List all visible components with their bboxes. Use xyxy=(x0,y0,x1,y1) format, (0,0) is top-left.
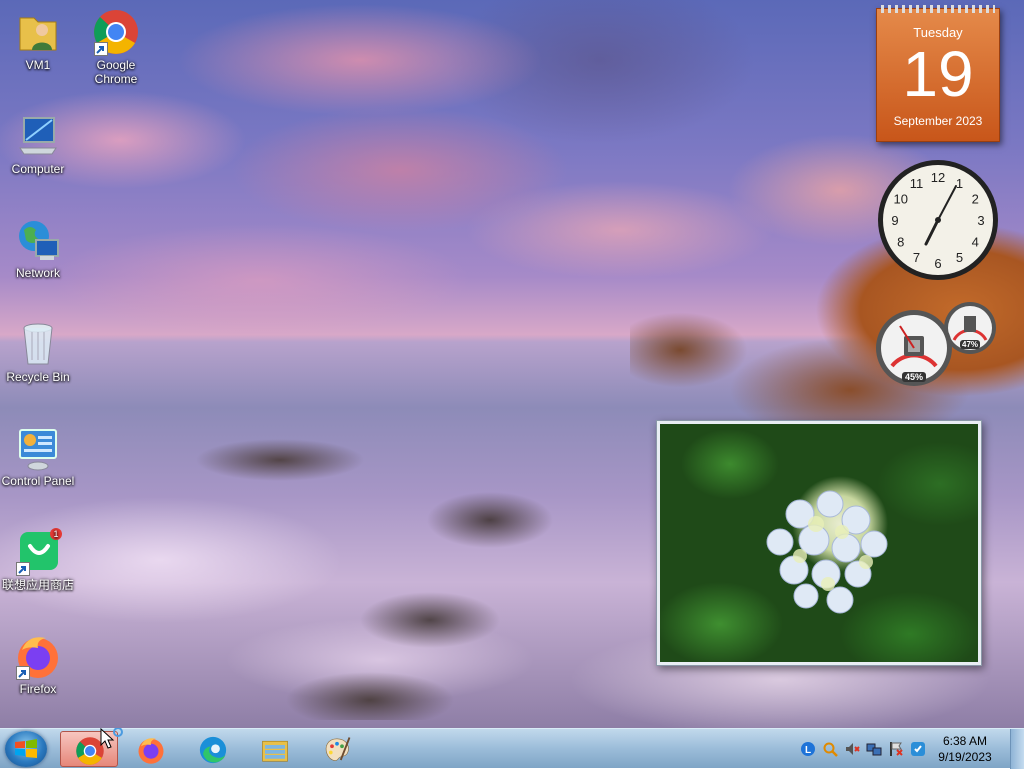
firefox-icon xyxy=(14,632,62,680)
action-center-flag-icon[interactable] xyxy=(888,741,904,757)
network-status-icon[interactable] xyxy=(866,741,882,757)
desktop-icon-label: Network xyxy=(15,266,60,280)
clock-numeral: 2 xyxy=(972,192,979,207)
notification-badge: 1 xyxy=(53,529,58,539)
desktop-icon-vm1[interactable]: VM1 xyxy=(0,8,76,72)
update-shield-icon[interactable] xyxy=(910,741,926,757)
clock-numeral: 6 xyxy=(934,256,941,271)
memory-percent: 47% xyxy=(960,340,981,349)
chrome-icon xyxy=(92,8,140,56)
desktop-icon-control-panel[interactable]: Control Panel xyxy=(0,424,76,488)
control-panel-icon xyxy=(14,424,62,472)
clock-numeral: 11 xyxy=(910,176,924,191)
shortcut-arrow-icon xyxy=(16,562,30,576)
cpu-meter-gadget[interactable]: 45% 47% xyxy=(874,300,1000,392)
lenovo-store-icon: 1 xyxy=(14,528,62,576)
show-desktop-button[interactable] xyxy=(1010,729,1024,769)
memory-chip-icon xyxy=(964,316,976,332)
clock-numeral: 3 xyxy=(977,213,984,228)
computer-icon xyxy=(14,112,62,160)
paint-palette-icon xyxy=(325,737,351,761)
network-globe-icon xyxy=(14,216,62,264)
desktop-icon-label: Recycle Bin xyxy=(6,370,70,384)
taskbar-file-explorer-button[interactable] xyxy=(246,731,304,767)
clock-numeral: 8 xyxy=(897,235,904,250)
calendar-day-number: 19 xyxy=(902,38,974,110)
clock-numeral: 7 xyxy=(913,250,920,265)
desktop-icon-label: VM1 xyxy=(25,58,51,72)
clock-numeral: 5 xyxy=(956,250,963,265)
windows-logo-icon xyxy=(15,739,37,758)
desktop-icon-label: 联想应用商店 xyxy=(1,578,74,592)
lenovo-tray-icon[interactable]: L xyxy=(800,741,816,757)
desktop-icon-firefox[interactable]: Firefox xyxy=(0,632,76,696)
calendar-month-year: September 2023 xyxy=(893,114,983,128)
desktop-icon-label: Computer xyxy=(11,162,65,176)
svg-text:L: L xyxy=(805,745,811,756)
clock-numeral: 4 xyxy=(972,235,979,250)
volume-muted-icon[interactable] xyxy=(844,741,860,757)
firefox-icon xyxy=(138,738,164,764)
desktop-icon-google-chrome[interactable]: Google Chrome xyxy=(78,8,154,86)
calendar-gadget[interactable]: Tuesday 19 September 2023 xyxy=(876,5,1000,142)
taskbar-paint-button[interactable] xyxy=(308,731,366,767)
desktop-icon-label: Firefox xyxy=(19,682,57,696)
user-folder-icon xyxy=(14,8,62,56)
folder-icon xyxy=(262,740,288,762)
taskbar-date: 9/19/2023 xyxy=(938,750,992,764)
clock-gadget[interactable]: 12 1 2 3 4 5 6 7 8 9 10 11 xyxy=(876,158,1000,282)
system-tray: L 6:38 AM 9/19/2023 xyxy=(774,729,1024,769)
mouse-cursor-busy-icon xyxy=(100,728,123,749)
cpu-percent: 45% xyxy=(902,372,927,382)
taskbar-firefox-button[interactable] xyxy=(122,731,180,767)
desktop-icon-computer[interactable]: Computer xyxy=(0,112,76,176)
hydrangea-photo xyxy=(660,424,978,662)
clock-numeral: 9 xyxy=(891,213,898,228)
search-icon[interactable] xyxy=(822,741,838,757)
edge-icon xyxy=(199,736,227,764)
analog-clock-face: 12 12 3 45678 9 1011 xyxy=(878,160,998,280)
start-button[interactable] xyxy=(5,731,47,767)
clock-numeral: 10 xyxy=(894,192,908,207)
taskbar-clock[interactable]: 6:38 AM 9/19/2023 xyxy=(930,733,1000,765)
desktop-icon-label: Control Panel xyxy=(1,474,75,488)
clock-numeral: 12 xyxy=(931,170,945,185)
clock-numeral: 1 xyxy=(956,176,963,191)
calendar-binding-rings xyxy=(881,5,995,13)
recycle-bin-icon xyxy=(14,320,62,368)
desktop-icon-recycle-bin[interactable]: Recycle Bin xyxy=(0,320,76,384)
desktop-icon-network[interactable]: Network xyxy=(0,216,76,280)
wallpaper-rocks xyxy=(170,400,590,720)
shortcut-arrow-icon xyxy=(94,42,108,56)
taskbar-time: 6:38 AM xyxy=(942,734,988,748)
taskbar-edge-button[interactable] xyxy=(184,731,242,767)
slideshow-gadget[interactable] xyxy=(656,420,982,666)
desktop-icon-label: Google Chrome xyxy=(94,58,138,86)
desktop-icon-lenovo-app-store[interactable]: 1 联想应用商店 xyxy=(0,528,76,592)
shortcut-arrow-icon xyxy=(16,666,30,680)
taskbar: L 6:38 AM 9/19/2023 xyxy=(0,728,1024,769)
